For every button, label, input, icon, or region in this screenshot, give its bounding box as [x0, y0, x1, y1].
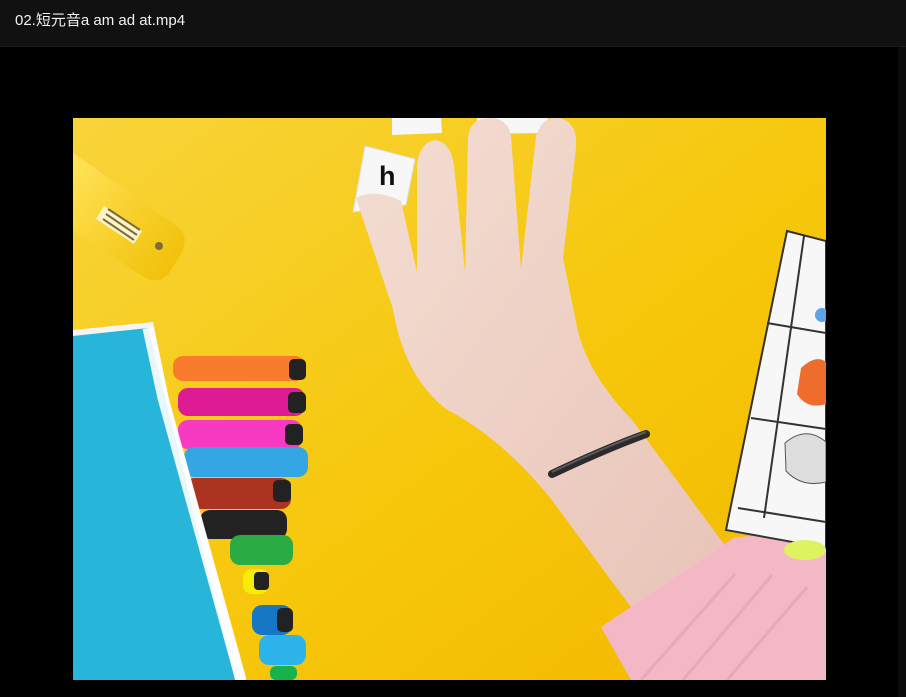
player-edge	[898, 47, 906, 697]
video-scene: h m	[73, 118, 826, 680]
video-frame[interactable]: h m	[73, 118, 826, 680]
svg-text:h: h	[379, 161, 396, 191]
window-title: 02.短元音a am ad at.mp4	[15, 12, 186, 29]
title-bar: 02.短元音a am ad at.mp4	[0, 0, 906, 47]
